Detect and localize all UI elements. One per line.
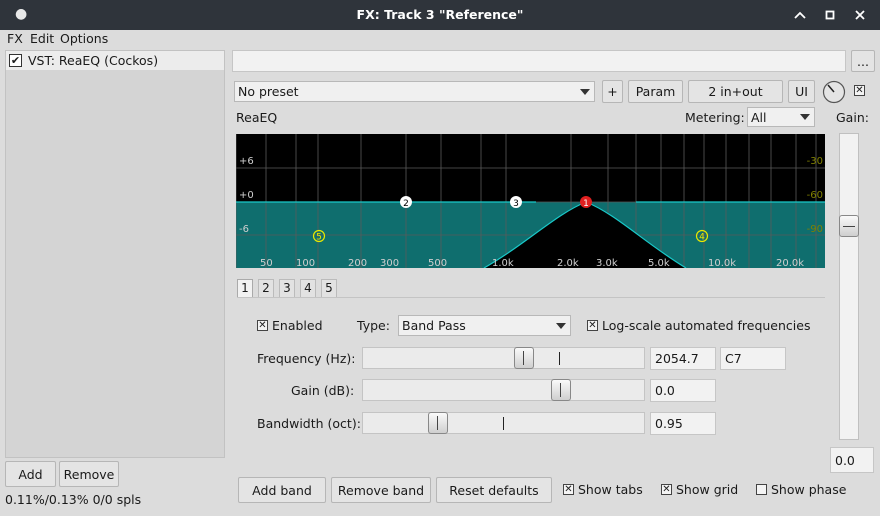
more-button[interactable]: ... [851,50,875,72]
chevron-down-icon [800,114,810,120]
io-routing-button[interactable]: 2 in+out [688,80,783,103]
eq-freq-label: 500 [428,258,447,268]
eq-meter-label: -90 [807,224,823,235]
band-node-label: 1 [583,199,589,209]
cpu-status: 0.11%/0.13% 0/0 spls [5,492,142,507]
eq-meter-label: -30 [807,156,823,167]
metering-value: All [751,109,767,125]
reset-defaults-button[interactable]: Reset defaults [436,477,552,503]
remove-band-button[interactable]: Remove band [331,477,431,503]
eq-freq-label: 2.0k [557,258,579,268]
chevron-down-icon [556,322,566,329]
title-bar: ● FX: Track 3 "Reference" [0,0,880,30]
eq-db-label: +6 [239,156,254,167]
eq-freq-label: 1.0k [492,258,514,268]
output-gain-input[interactable]: 0.0 [830,447,874,473]
band-node-label: 5 [316,233,322,243]
menu-fx[interactable]: FX [7,31,23,46]
frequency-input[interactable]: 2054.7 [650,347,716,370]
add-fx-button[interactable]: Add [5,461,56,487]
bandwidth-slider[interactable] [362,412,645,434]
gain-db-label: Gain (dB): [291,383,355,398]
eq-freq-label: 10.0k [708,258,736,268]
bandwidth-label: Bandwidth (oct): [257,416,361,431]
band-node-label: 4 [699,233,705,243]
bypass-checkbox[interactable]: ✕ [854,85,865,96]
fx-chain-list[interactable]: ✔ VST: ReaEQ (Cockos) [5,50,225,458]
tab-divider [237,297,825,298]
type-label: Type: [357,318,390,333]
frequency-slider-thumb[interactable] [514,347,534,369]
fx-enabled-checkbox[interactable]: ✔ [9,54,22,67]
eq-freq-label: 5.0k [648,258,670,268]
eq-freq-label: 200 [348,258,367,268]
bandwidth-slider-thumb[interactable] [428,412,448,434]
frequency-slider[interactable] [362,347,645,369]
eq-db-label: +0 [239,190,254,201]
eq-freq-label: 300 [380,258,399,268]
plugin-name-field[interactable] [232,50,846,72]
eq-freq-label: 100 [296,258,315,268]
preset-add-button[interactable]: + [602,80,623,103]
eq-graph[interactable]: +6 +0 -6 -30 -60 -90 50 100 200 300 500 1.0k 2.0k 3.… [236,134,825,268]
fx-list-item[interactable]: ✔ VST: ReaEQ (Cockos) [6,51,224,70]
band-tab-1[interactable]: 1 [237,279,253,298]
frequency-default-tick [559,352,560,365]
metering-select[interactable]: All [747,107,815,127]
preset-select[interactable]: No preset [234,81,595,102]
show-phase-checkbox[interactable] [756,484,767,495]
ui-button[interactable]: UI [788,80,815,103]
chevron-down-icon [580,88,590,95]
preset-value: No preset [238,84,299,99]
enabled-label: Enabled [272,318,323,333]
logscale-checkbox[interactable]: ✕ [587,320,598,331]
show-tabs-checkbox[interactable]: ✕ [563,484,574,495]
metering-label: Metering: [685,110,745,125]
frequency-note-input[interactable]: C7 [720,347,786,370]
close-icon[interactable] [850,5,870,25]
show-grid-checkbox[interactable]: ✕ [661,484,672,495]
band-node-label: 2 [403,199,409,209]
eq-db-label: -6 [239,224,249,235]
gain-input[interactable]: 0.0 [650,379,716,402]
remove-fx-button[interactable]: Remove [59,461,119,487]
output-gain-thumb[interactable] [839,215,859,237]
window-title: FX: Track 3 "Reference" [356,7,524,22]
fx-item-label: VST: ReaEQ (Cockos) [28,53,159,68]
show-tabs-label: Show tabs [578,482,643,497]
eq-title: ReaEQ [236,110,278,125]
eq-meter-label: -60 [807,190,823,201]
menu-options[interactable]: Options [60,31,108,46]
frequency-label: Frequency (Hz): [257,351,356,366]
eq-freq-label: 3.0k [596,258,618,268]
gain-label: Gain: [836,110,869,125]
minimize-icon[interactable] [790,5,810,25]
band-tab-3[interactable]: 3 [279,279,295,298]
eq-freq-label: 20.0k [776,258,804,268]
band-tab-4[interactable]: 4 [300,279,316,298]
gain-slider[interactable] [362,379,645,401]
band-tab-2[interactable]: 2 [258,279,274,298]
menu-edit[interactable]: Edit [30,31,54,46]
show-grid-label: Show grid [676,482,739,497]
output-gain-slider[interactable] [839,133,859,440]
logscale-label: Log-scale automated frequencies [602,318,811,333]
gain-slider-thumb[interactable] [551,379,571,401]
band-type-select[interactable]: Band Pass [398,315,571,336]
param-button[interactable]: Param [628,80,683,103]
add-band-button[interactable]: Add band [238,477,326,503]
bandwidth-default-tick [503,417,504,430]
maximize-icon[interactable] [820,5,840,25]
bandwidth-input[interactable]: 0.95 [650,412,716,435]
show-phase-label: Show phase [771,482,847,497]
enabled-checkbox[interactable]: ✕ [257,320,268,331]
band-node-label: 3 [513,199,519,209]
band-tab-5[interactable]: 5 [321,279,337,298]
wet-dry-knob-icon[interactable] [822,80,846,104]
band-type-value: Band Pass [402,318,466,333]
eq-freq-label: 50 [260,258,273,268]
